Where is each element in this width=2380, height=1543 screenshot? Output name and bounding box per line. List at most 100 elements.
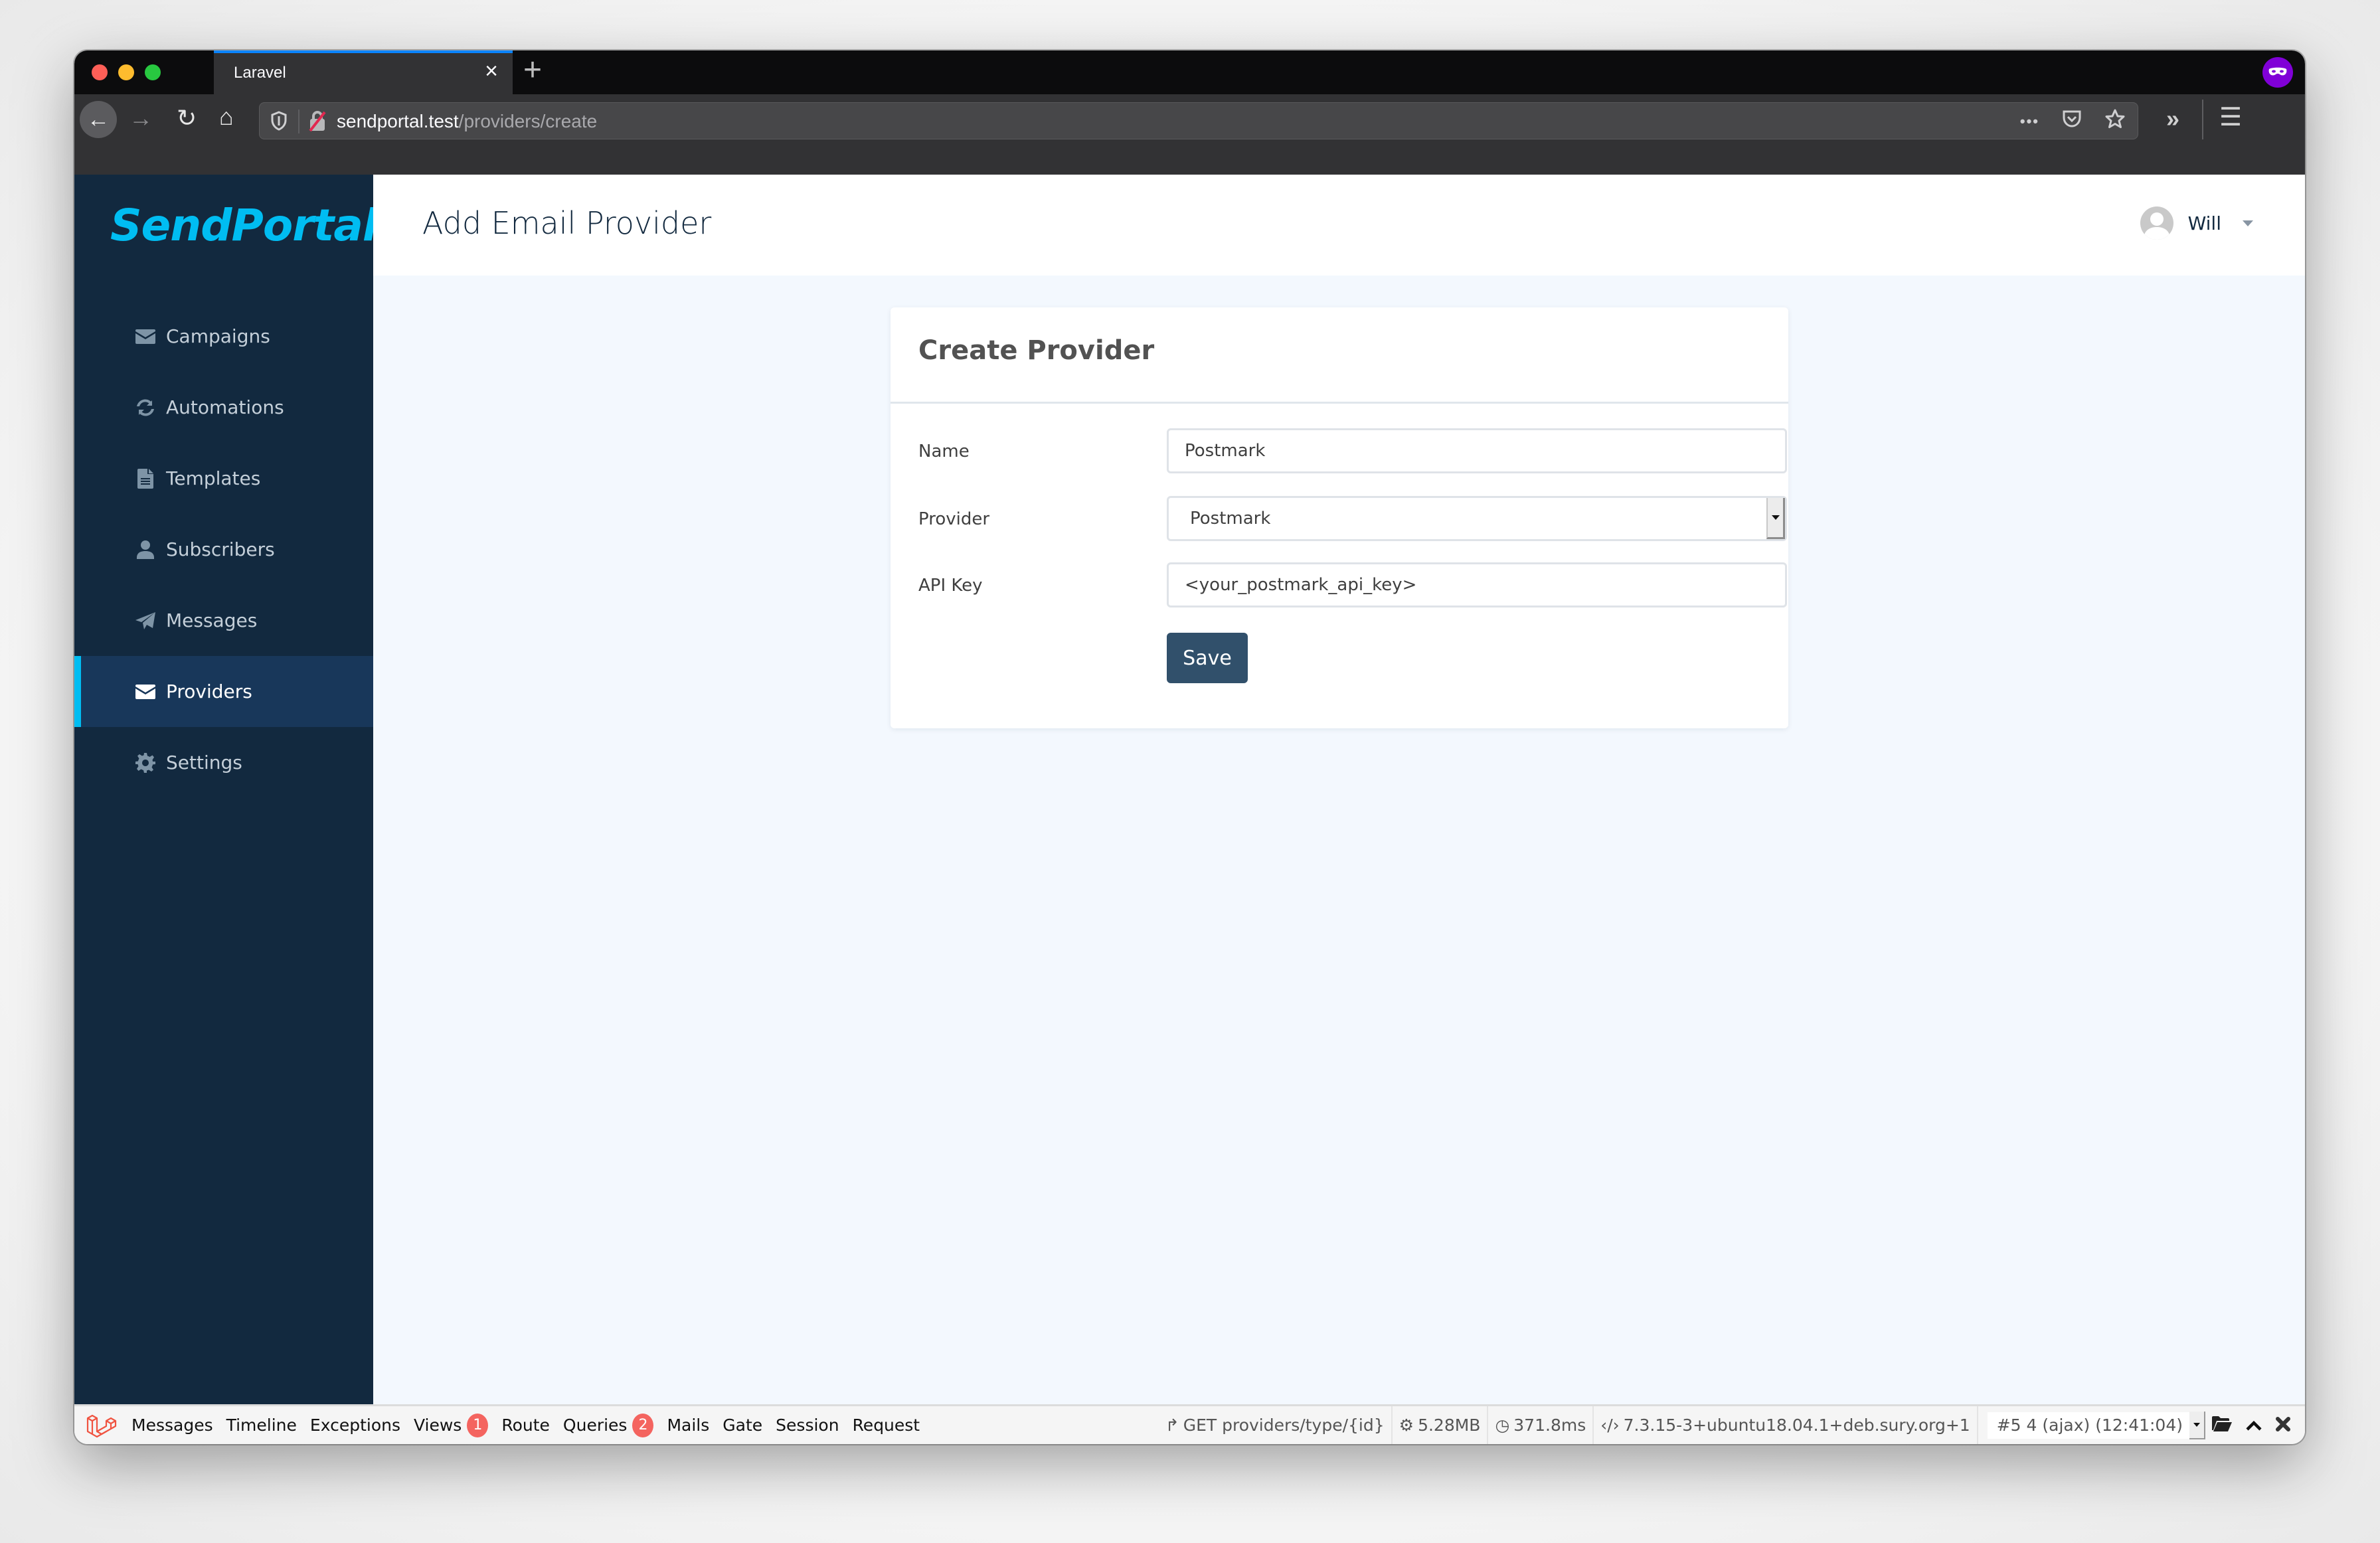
debugbar-tab-label: Mails xyxy=(667,1416,710,1435)
url-text: sendportal.test/providers/create xyxy=(337,111,597,132)
time-value: 371.8ms xyxy=(1513,1416,1586,1435)
new-tab-button[interactable]: + xyxy=(523,54,542,86)
sidebar-item-label: Templates xyxy=(166,467,261,489)
sidebar-item-label: Automations xyxy=(166,396,284,418)
close-window-button[interactable] xyxy=(92,64,108,80)
toolbar-separator xyxy=(2202,100,2203,139)
sidebar-item-providers[interactable]: Providers xyxy=(74,656,373,727)
sidebar-item-settings[interactable]: Settings xyxy=(74,727,373,798)
debugbar-tabs: Messages Timeline Exceptions Views 1 Rout… xyxy=(131,1406,920,1444)
debugbar-tab-label: Messages xyxy=(131,1416,213,1435)
debugbar-tab-gate[interactable]: Gate xyxy=(722,1416,762,1435)
bookmark-star-icon[interactable] xyxy=(2104,108,2126,135)
select-arrow-icon xyxy=(2189,1411,2205,1439)
chevron-down-icon xyxy=(2243,220,2253,226)
share-arrow-icon: ↱ xyxy=(1165,1416,1179,1435)
reload-button[interactable]: ↻ xyxy=(177,106,197,130)
home-button[interactable]: ⌂ xyxy=(219,105,234,129)
debugbar-tab-label: Timeline xyxy=(226,1416,297,1435)
debugbar-tab-views[interactable]: Views 1 xyxy=(414,1413,489,1437)
route-indicator[interactable]: ↱ GET providers/type/{id} xyxy=(1159,1406,1393,1444)
api-key-input-value: <your_postmark_api_key> xyxy=(1185,575,1417,595)
sidebar: SendPortal Campaigns Automations Templat… xyxy=(74,175,378,1404)
open-folder-icon[interactable] xyxy=(2205,1414,2239,1436)
debugbar-tab-session[interactable]: Session xyxy=(776,1416,839,1435)
api-key-input[interactable]: <your_postmark_api_key> xyxy=(1167,562,1787,608)
sidebar-item-automations[interactable]: Automations xyxy=(74,372,373,443)
overflow-menu-button[interactable]: » xyxy=(2166,105,2179,133)
tab-title: Laravel xyxy=(234,64,286,82)
minimize-window-button[interactable] xyxy=(118,64,134,80)
provider-select-value: Postmark xyxy=(1190,509,1271,528)
file-icon xyxy=(134,468,157,489)
debugbar-tab-label: Gate xyxy=(722,1416,763,1435)
debugbar-tab-exceptions[interactable]: Exceptions xyxy=(310,1416,400,1435)
private-browsing-mask-icon xyxy=(2262,57,2293,88)
save-button[interactable]: Save xyxy=(1167,633,1248,683)
debugbar-tab-messages[interactable]: Messages xyxy=(131,1416,213,1435)
maximize-window-button[interactable] xyxy=(145,64,161,80)
url-path: /providers/create xyxy=(458,111,598,131)
main-content: Add Email Provider Will Create Provider … xyxy=(373,175,2305,1404)
request-history-select[interactable]: #5 4 (ajax) (12:41:04) xyxy=(1987,1411,2205,1439)
debugbar-tab-label: Request xyxy=(852,1416,920,1435)
tracking-protection-shield-icon[interactable] xyxy=(270,111,288,135)
card-header: Create Provider xyxy=(891,307,1788,404)
chevron-up-icon[interactable] xyxy=(2239,1414,2269,1436)
sidebar-item-label: Campaigns xyxy=(166,325,270,347)
close-icon[interactable] xyxy=(2269,1414,2305,1436)
code-icon: ‹/› xyxy=(1600,1416,1620,1435)
debugbar-tab-queries[interactable]: Queries 2 xyxy=(563,1413,654,1437)
user-menu-dropdown[interactable]: Will xyxy=(2140,206,2253,240)
avatar xyxy=(2140,206,2173,240)
page-header: Add Email Provider Will xyxy=(373,175,2305,276)
debugbar-tab-timeline[interactable]: Timeline xyxy=(226,1416,297,1435)
php-version-value: 7.3.15-3+ubuntu18.04.1+deb.sury.org+1 xyxy=(1623,1416,1970,1435)
memory-value: 5.28MB xyxy=(1418,1416,1481,1435)
php-version-indicator[interactable]: ‹/› 7.3.15-3+ubuntu18.04.1+deb.sury.org+1 xyxy=(1594,1406,1978,1444)
insecure-lock-icon[interactable] xyxy=(307,110,327,132)
arrow-left-icon: ← xyxy=(87,106,110,132)
tab-bar: Laravel × + xyxy=(74,50,2305,94)
sidebar-item-campaigns[interactable]: Campaigns xyxy=(74,301,373,372)
forward-button[interactable]: → xyxy=(129,106,153,130)
debugbar-tab-route[interactable]: Route xyxy=(501,1416,550,1435)
page-actions-more-icon[interactable]: ••• xyxy=(2020,113,2039,130)
sync-icon xyxy=(134,398,157,418)
provider-label: Provider xyxy=(918,509,990,529)
url-host: sendportal.test xyxy=(337,111,459,131)
hamburger-menu-icon[interactable]: ☰ xyxy=(2219,102,2242,132)
card-title: Create Provider xyxy=(918,335,1155,366)
select-arrow-icon[interactable] xyxy=(1766,498,1785,539)
browser-toolbar: ← → ↻ ⌂ sendportal.test/providers/create… xyxy=(74,94,2305,218)
debugbar-tab-label: Session xyxy=(776,1416,839,1435)
sidebar-item-messages[interactable]: Messages xyxy=(74,585,373,656)
name-label: Name xyxy=(918,442,970,461)
user-icon xyxy=(134,540,157,559)
memory-indicator[interactable]: ⚙ 5.28MB xyxy=(1393,1406,1489,1444)
clock-icon: ◷ xyxy=(1495,1416,1510,1435)
name-input[interactable]: Postmark xyxy=(1167,428,1787,473)
address-bar[interactable]: sendportal.test/providers/create ••• xyxy=(259,102,2138,139)
provider-select[interactable]: Postmark xyxy=(1167,496,1787,541)
pocket-icon[interactable] xyxy=(2062,110,2082,133)
time-indicator[interactable]: ◷ 371.8ms xyxy=(1488,1406,1594,1444)
laravel-logo-icon[interactable] xyxy=(86,1413,117,1443)
sidebar-item-subscribers[interactable]: Subscribers xyxy=(74,514,373,585)
debugbar-tab-label: Route xyxy=(501,1416,550,1435)
page-title: Add Email Provider xyxy=(422,205,712,241)
envelope-icon xyxy=(134,329,157,344)
back-button[interactable]: ← xyxy=(80,101,117,138)
sendportal-app: SendPortal Campaigns Automations Templat… xyxy=(74,175,2305,1404)
debugbar-indicators: ↱ GET providers/type/{id} ⚙ 5.28MB ◷ 371.8m… xyxy=(1159,1406,2305,1444)
request-history-value: #5 4 (ajax) (12:41:04) xyxy=(1996,1416,2183,1435)
debugbar-tab-request[interactable]: Request xyxy=(853,1416,920,1435)
sendportal-logo[interactable]: SendPortal xyxy=(110,200,378,251)
tab-close-icon[interactable]: × xyxy=(485,60,498,82)
debugbar-tab-mails[interactable]: Mails xyxy=(667,1416,709,1435)
sidebar-item-templates[interactable]: Templates xyxy=(74,443,373,514)
route-value: GET providers/type/{id} xyxy=(1183,1416,1385,1435)
sidebar-item-label: Settings xyxy=(166,752,242,773)
user-name: Will xyxy=(2187,212,2221,234)
browser-tab[interactable]: Laravel × xyxy=(214,50,513,94)
